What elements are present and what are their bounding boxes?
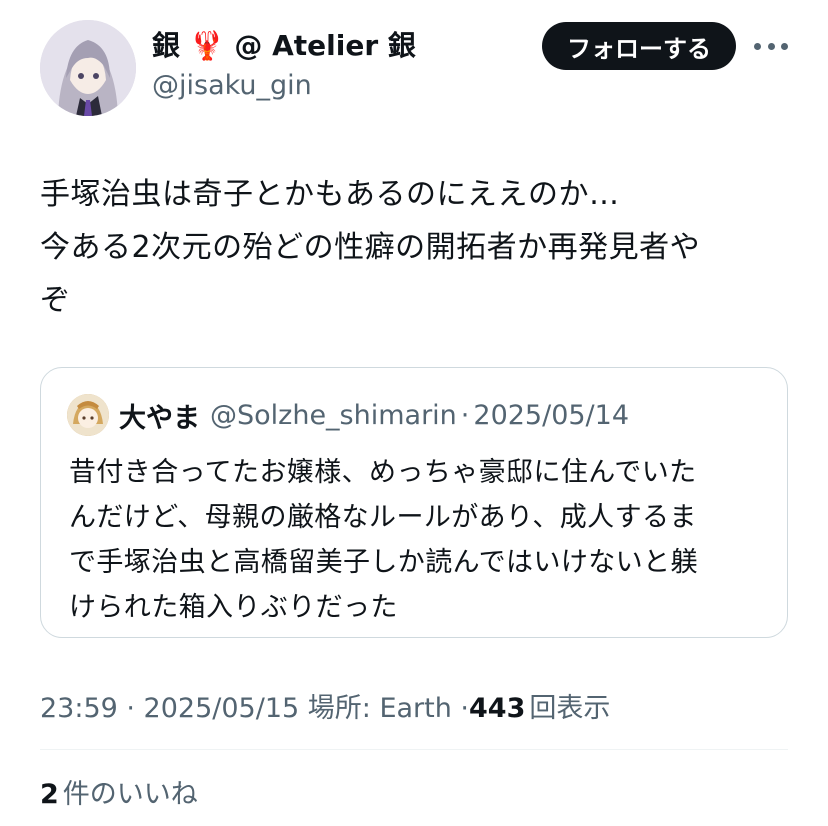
tweet-text-line: 手塚治虫は奇子とかもあるのにええのか…	[40, 177, 620, 212]
more-dot	[781, 42, 788, 50]
tweet-text-line: ぞ	[40, 283, 71, 318]
quote-separator: ·	[460, 399, 470, 431]
quote-avatar-illustration	[67, 394, 109, 436]
quote-author-name[interactable]: 大やま	[119, 396, 200, 435]
more-dot	[754, 42, 761, 50]
quote-text-line: けられた箱入りぶりだった	[69, 592, 398, 623]
avatar[interactable]	[40, 20, 136, 116]
likes-link[interactable]: 2 件のいいね	[40, 772, 198, 811]
quote-avatar[interactable]	[67, 394, 109, 436]
tweet-page: 銀 🦞 @ Atelier 銀 @jisaku_gin フォローする 手塚治虫は…	[0, 0, 828, 826]
tweet-text: 手塚治虫は奇子とかもあるのにええのか… 今ある2次元の殆どの性癖の開拓者か再発見…	[40, 168, 800, 327]
quote-author-handle[interactable]: @Solzhe_shimarin	[210, 400, 457, 431]
tweet-text-line: 今ある2次元の殆どの性癖の開拓者か再発見者や	[40, 230, 701, 265]
quote-text: 昔付き合ってたお嬢様、めっちゃ豪邸に住んでいた んだけど、母親の厳格なルールがあ…	[69, 450, 769, 630]
likes-label: 件のいいね	[62, 779, 198, 810]
more-icon[interactable]	[754, 34, 788, 58]
views-label: 回表示	[529, 693, 611, 724]
views-count: 443	[469, 693, 526, 724]
tweet-timestamp-location[interactable]: 23:59 · 2025/05/15 場所: Earth ·	[40, 686, 469, 725]
likes-count: 2	[40, 779, 59, 810]
follow-button[interactable]: フォローする	[542, 22, 736, 70]
author-handle[interactable]: @jisaku_gin	[152, 66, 416, 106]
quote-date[interactable]: 2025/05/14	[473, 400, 629, 431]
quote-text-line: んだけど、母親の厳格なルールがあり、成人するま	[69, 502, 697, 533]
tweet-meta: 23:59 · 2025/05/15 場所: Earth · 443 回表示	[40, 686, 610, 725]
author-info: 銀 🦞 @ Atelier 銀 @jisaku_gin	[152, 26, 416, 106]
quote-text-line: 昔付き合ってたお嬢様、めっちゃ豪邸に住んでいた	[69, 457, 697, 488]
quote-header: 大やま @Solzhe_shimarin · 2025/05/14	[67, 394, 629, 436]
author-display-name[interactable]: 銀 🦞 @ Atelier 銀	[152, 26, 416, 66]
quote-tweet-card[interactable]: 大やま @Solzhe_shimarin · 2025/05/14 昔付き合って…	[40, 367, 788, 638]
quote-text-line: で手塚治虫と高橋留美子しか読んではいけないと躾	[69, 547, 698, 578]
avatar-illustration	[40, 20, 136, 116]
divider	[40, 749, 788, 750]
more-dot	[767, 42, 775, 50]
